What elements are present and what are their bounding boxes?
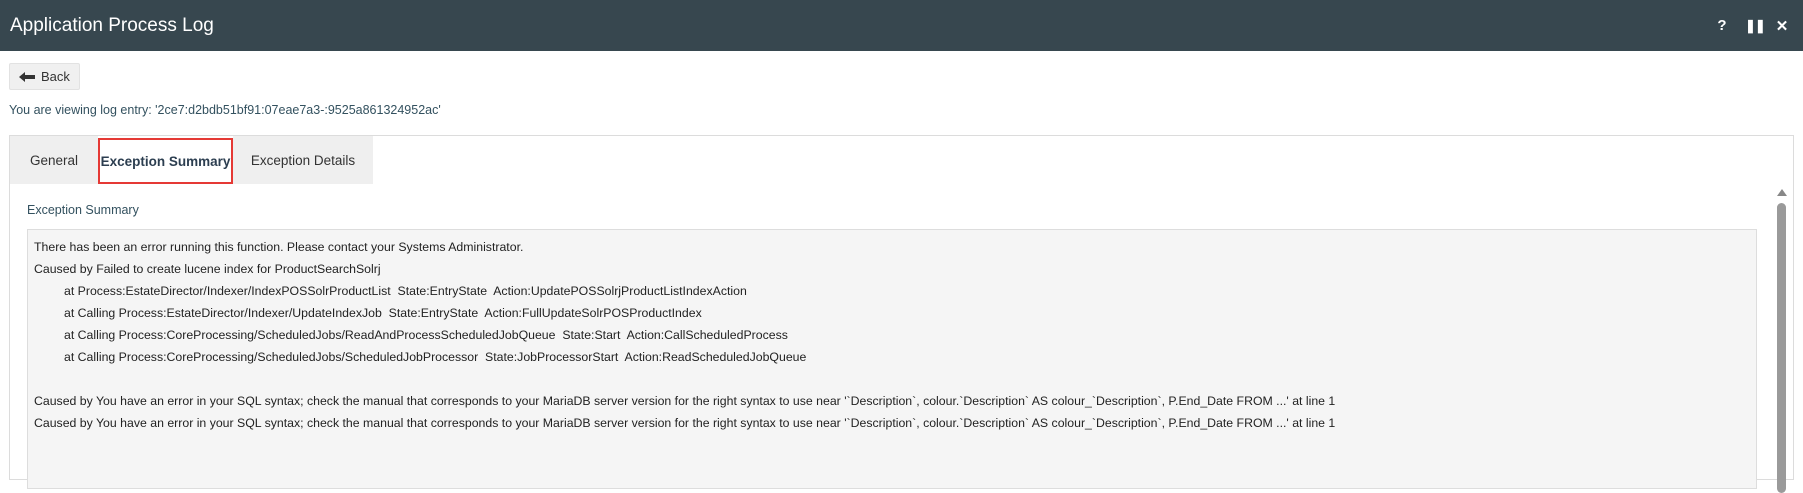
exception-line: Caused by Failed to create lucene index … xyxy=(34,262,381,276)
log-panel: General Exception Summary Exception Deta… xyxy=(9,135,1794,493)
exception-line xyxy=(34,368,1750,390)
close-icon[interactable]: ✕ xyxy=(1775,17,1789,35)
window-controls: ? ❚❚ ✕ xyxy=(1715,0,1789,51)
tab-exception-summary[interactable]: Exception Summary xyxy=(98,138,233,184)
back-button[interactable]: Back xyxy=(9,63,80,90)
help-icon[interactable]: ? xyxy=(1715,17,1729,34)
exception-summary-text[interactable]: There has been an error running this fun… xyxy=(27,229,1757,489)
vertical-scrollbar[interactable] xyxy=(1777,189,1787,493)
pause-icon[interactable]: ❚❚ xyxy=(1745,18,1766,34)
exception-line: at Calling Process:CoreProcessing/Schedu… xyxy=(64,350,807,364)
exception-line: Caused by You have an error in your SQL … xyxy=(34,416,1336,430)
exception-line: There has been an error running this fun… xyxy=(34,240,524,254)
tab-exception-details[interactable]: Exception Details xyxy=(233,136,373,184)
scroll-up-icon[interactable] xyxy=(1777,189,1787,196)
exception-line: Caused by You have an error in your SQL … xyxy=(34,394,1336,408)
tab-general[interactable]: General xyxy=(10,136,98,184)
title-bar: Application Process Log ? ❚❚ ✕ xyxy=(0,0,1803,51)
scrollbar-thumb[interactable] xyxy=(1777,203,1786,493)
tab-bar: General Exception Summary Exception Deta… xyxy=(10,136,373,185)
exception-line: at Calling Process:CoreProcessing/Schedu… xyxy=(64,328,788,342)
log-entry-info: You are viewing log entry: '2ce7:d2bdb51… xyxy=(9,103,441,117)
exception-line: at Calling Process:EstateDirector/Indexe… xyxy=(64,306,702,320)
section-label: Exception Summary xyxy=(27,203,139,217)
arrow-left-icon xyxy=(19,71,35,82)
window-title: Application Process Log xyxy=(10,14,214,36)
exception-line: at Process:EstateDirector/Indexer/IndexP… xyxy=(64,284,747,298)
back-button-label: Back xyxy=(41,69,70,84)
